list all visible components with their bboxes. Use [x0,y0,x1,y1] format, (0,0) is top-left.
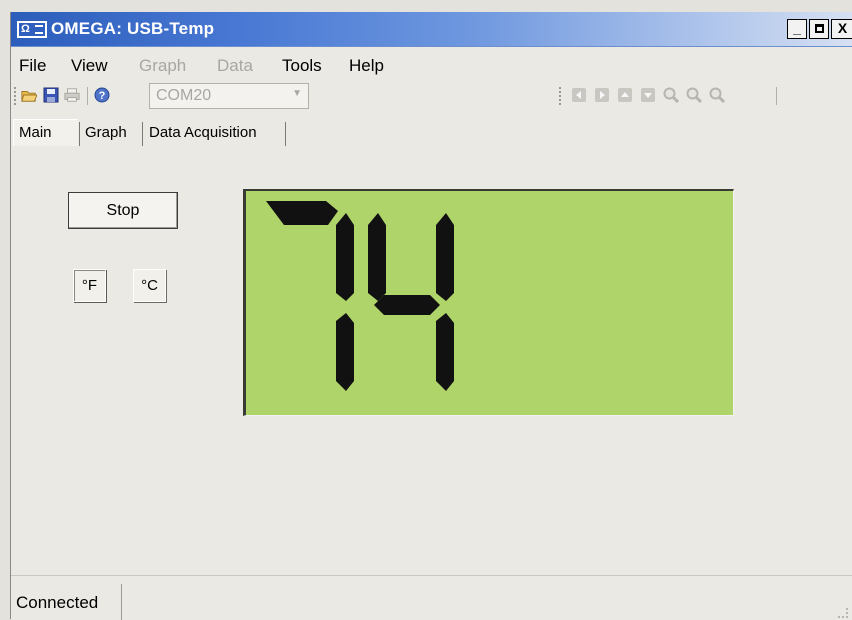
zoom-reset-icon[interactable] [709,87,725,103]
toolbar-separator-right [776,87,777,105]
menu-view[interactable]: View [71,56,108,76]
svg-text:?: ? [99,90,106,102]
lcd-segment-b [336,213,354,301]
scroll-down-icon[interactable] [640,87,656,103]
status-text: Connected [16,593,99,612]
maximize-button[interactable] [809,19,829,39]
lcd-segment-b [436,213,454,301]
close-button[interactable]: X [831,19,852,39]
lcd-segment-c [436,313,454,391]
title-bar[interactable]: Ω OMEGA: USB-Temp _ X [11,12,852,47]
lcd-segment-c [336,313,354,391]
resize-grip[interactable] [838,608,848,618]
open-folder-icon[interactable] [21,87,37,103]
lcd-segment-a [266,201,338,225]
lcd-segment-f [368,213,386,301]
tab-main[interactable]: Main [13,119,78,146]
scroll-up-icon[interactable] [617,87,633,103]
stop-button[interactable]: Stop [68,192,178,229]
menu-file[interactable]: File [19,56,46,76]
status-divider [121,584,122,620]
com-port-select[interactable]: COM20 ▼ [149,83,309,109]
celsius-button[interactable]: °C [133,269,166,302]
menu-tools[interactable]: Tools [282,56,322,76]
zoom-in-icon[interactable] [663,87,679,103]
menu-bar: File View Graph Data Tools Help [11,53,852,81]
toolbar-grip[interactable] [14,87,18,105]
toolbar-separator [87,87,88,105]
app-window: Ω OMEGA: USB-Temp _ X File View Graph Da… [10,12,852,620]
chevron-down-icon[interactable]: ▼ [292,88,302,99]
lcd-segment-g [374,295,440,315]
fahrenheit-button[interactable]: °F [73,269,106,302]
save-icon[interactable] [43,87,59,103]
tab-graph[interactable]: Graph [79,122,143,146]
lcd-display: 74 [243,189,734,416]
tab-strip: Main Graph Data Acquisition [11,119,852,147]
toolbar: ? [11,81,852,111]
scroll-right-icon[interactable] [594,87,610,103]
omega-logo-icon: Ω [17,21,47,38]
help-icon[interactable]: ? [94,87,110,103]
status-bar: Connected [11,575,852,620]
window-title: OMEGA: USB-Temp [51,19,215,38]
toolbar-grip-right[interactable] [559,87,563,105]
seven-segment-digits [266,201,454,391]
menu-help[interactable]: Help [349,56,384,76]
zoom-out-icon[interactable] [686,87,702,103]
menu-graph[interactable]: Graph [139,56,186,76]
scroll-left-icon[interactable] [571,87,587,103]
tab-data-acquisition[interactable]: Data Acquisition [144,122,286,146]
menu-data[interactable]: Data [217,56,253,76]
print-icon[interactable] [64,87,80,103]
minimize-button[interactable]: _ [787,19,807,39]
com-port-value: COM20 [156,87,212,104]
